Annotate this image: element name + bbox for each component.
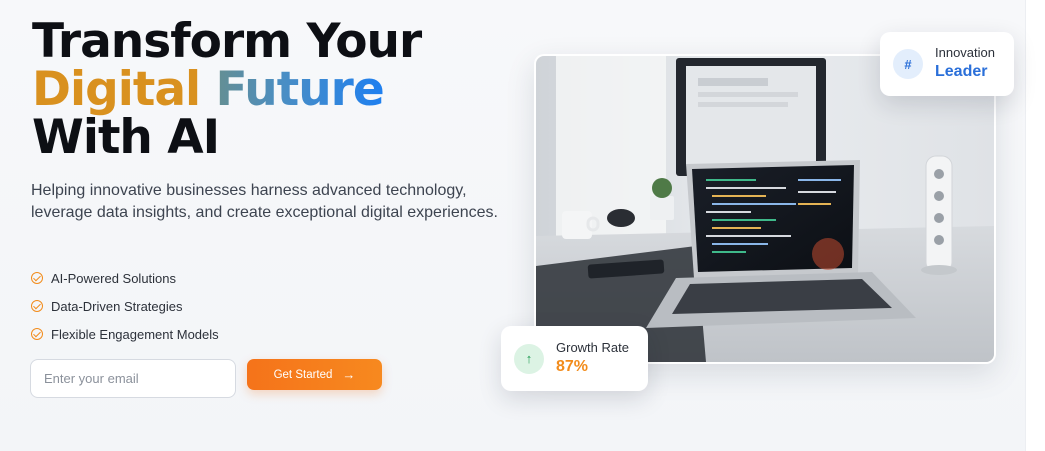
headline-line-2: Digital Future	[32, 66, 421, 114]
headline-line-1: Transform Your	[32, 14, 422, 69]
headline-word-digital: Digital	[32, 62, 201, 117]
hero-subtitle: Helping innovative businesses harness ad…	[31, 182, 498, 221]
get-started-label: Get Started	[273, 368, 333, 381]
hero-image-card	[534, 54, 996, 364]
badge-value: Leader	[935, 63, 988, 80]
feature-label: Flexible Engagement Models	[51, 326, 219, 342]
hash-icon: #	[893, 49, 923, 79]
feature-list: AI-Powered Solutions Data-Driven Strateg…	[31, 264, 219, 348]
feature-item: Flexible Engagement Models	[31, 320, 219, 348]
badge-value: 87%	[556, 357, 589, 375]
hero-section: Transform Your Digital Future With AI He…	[0, 0, 1026, 451]
hero-headline: Transform Your Digital Future With AI	[32, 14, 422, 165]
email-input[interactable]	[30, 359, 236, 398]
check-circle-icon	[31, 272, 43, 284]
arrow-right-icon: →	[342, 367, 356, 382]
get-started-button[interactable]: Get Started →	[247, 359, 382, 390]
headline-line-3: With AI	[32, 110, 220, 165]
feature-item: AI-Powered Solutions	[31, 264, 219, 292]
feature-label: AI-Powered Solutions	[51, 270, 177, 286]
feature-label: Data-Driven Strategies	[51, 298, 183, 314]
badge-label: Growth Rate	[556, 339, 629, 355]
headline-word-future: Future	[200, 62, 385, 117]
feature-item: Data-Driven Strategies	[31, 292, 219, 320]
check-circle-icon	[31, 300, 43, 312]
arrow-up-icon: ↑	[514, 343, 544, 374]
badge-label: Innovation	[935, 45, 995, 60]
laptop-desk-photo	[536, 56, 994, 362]
check-circle-icon	[31, 328, 43, 340]
innovation-badge: # Innovation Leader	[880, 32, 1014, 96]
growth-rate-badge: ↑ Growth Rate 87%	[501, 326, 648, 391]
